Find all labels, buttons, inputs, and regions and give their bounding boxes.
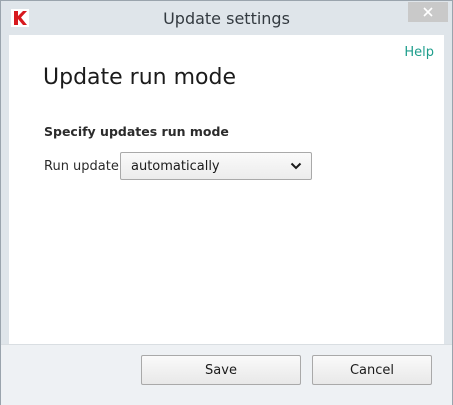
run-update-selected-value: automatically — [131, 159, 220, 174]
close-button[interactable] — [408, 2, 448, 22]
kaspersky-k-icon — [11, 9, 29, 27]
section-title: Specify updates run mode — [44, 124, 229, 139]
help-link[interactable]: Help — [404, 45, 434, 60]
close-icon — [423, 7, 433, 17]
title-bar[interactable]: Update settings — [1, 1, 452, 35]
cancel-button[interactable]: Cancel — [312, 355, 432, 385]
update-settings-window: Update settings Help Update run mode Spe… — [0, 0, 453, 405]
run-update-select[interactable]: automatically — [120, 152, 312, 180]
dialog-footer: Save Cancel — [1, 344, 452, 405]
page-title: Update run mode — [43, 65, 236, 90]
window-title: Update settings — [163, 9, 290, 28]
run-update-label: Run update — [44, 159, 119, 174]
save-button[interactable]: Save — [141, 355, 301, 385]
chevron-down-icon — [290, 162, 302, 170]
content-panel: Help Update run mode Specify updates run… — [9, 35, 444, 344]
